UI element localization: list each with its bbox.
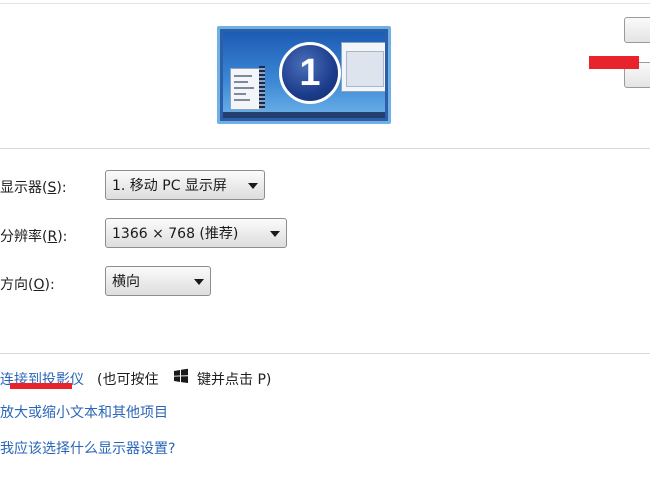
chevron-down-icon xyxy=(270,231,280,237)
projector-hint-text-a: (也可按住 xyxy=(97,372,159,388)
resolution-select-value: 1366 × 768 (推荐) xyxy=(112,226,239,242)
windows-logo-icon xyxy=(174,368,188,383)
display-label: 显示器(S): xyxy=(0,180,67,196)
monitor-preview[interactable]: 1 xyxy=(217,26,391,124)
preview-window-right xyxy=(341,42,385,92)
monitor-screen: 1 xyxy=(223,32,385,118)
resolution-select[interactable]: 1366 × 768 (推荐) xyxy=(105,218,287,248)
display-select-value: 1. 移动 PC 显示屏 xyxy=(112,178,227,194)
chevron-down-icon xyxy=(194,279,204,285)
monitor-number-badge: 1 xyxy=(279,42,341,104)
display-settings-help-link[interactable]: 我应该选择什么显示器设置? xyxy=(0,438,175,458)
annotation-red-underline xyxy=(10,383,72,389)
chevron-down-icon xyxy=(248,183,258,189)
text-size-link[interactable]: 放大或缩小文本和其他项目 xyxy=(0,402,168,422)
lower-divider xyxy=(0,353,650,354)
resolution-label: 分辨率(R): xyxy=(0,229,68,245)
projector-hint-text-b: 键并点击 P) xyxy=(197,372,272,388)
display-select[interactable]: 1. 移动 PC 显示屏 xyxy=(105,170,265,200)
detect-button[interactable] xyxy=(624,17,650,43)
orientation-select[interactable]: 横向 xyxy=(105,266,211,296)
annotation-red-mark xyxy=(589,56,639,69)
preview-taskbar xyxy=(223,112,385,118)
middle-divider xyxy=(0,148,650,149)
orientation-select-value: 横向 xyxy=(112,274,140,290)
preview-window-left xyxy=(230,68,260,110)
top-divider xyxy=(0,3,650,4)
orientation-label: 方向(O): xyxy=(0,277,55,293)
preview-scrollbar xyxy=(259,66,265,110)
